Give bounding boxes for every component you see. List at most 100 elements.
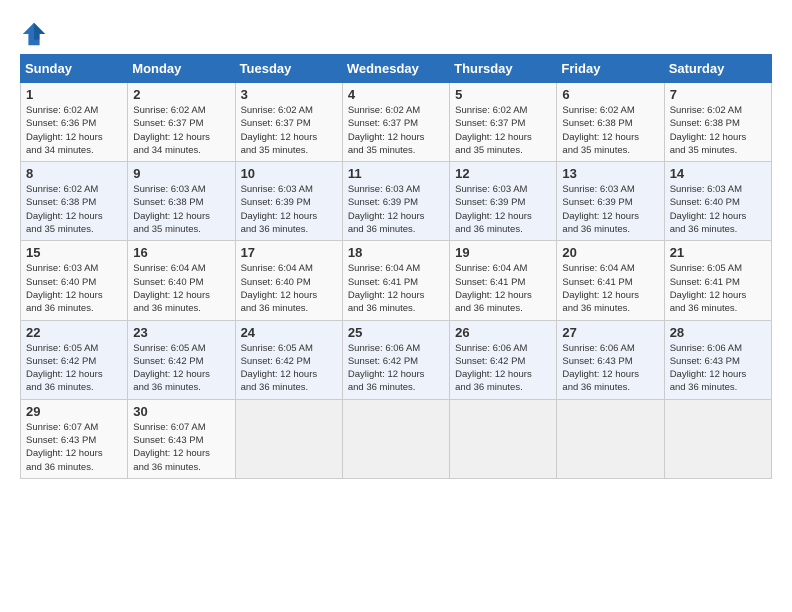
calendar-week-2: 8 Sunrise: 6:02 AM Sunset: 6:38 PM Daylig… [21,162,772,241]
calendar-cell: 4 Sunrise: 6:02 AM Sunset: 6:37 PM Daylig… [342,83,449,162]
day-info: Sunrise: 6:03 AM Sunset: 6:39 PM Dayligh… [241,183,337,236]
day-number: 29 [26,404,122,419]
day-number: 5 [455,87,551,102]
calendar-cell: 16Sunrise: 6:04 AM Sunset: 6:40 PM Dayli… [128,241,235,320]
logo [20,20,52,48]
calendar-cell: 14Sunrise: 6:03 AM Sunset: 6:40 PM Dayli… [664,162,771,241]
calendar-cell: 8 Sunrise: 6:02 AM Sunset: 6:38 PM Daylig… [21,162,128,241]
day-number: 24 [241,325,337,340]
calendar-cell: 27 Sunrise: 6:06 AM Sunset: 6:43 PM Dayli… [557,320,664,399]
calendar-cell [450,399,557,478]
day-header-tuesday: Tuesday [235,55,342,83]
day-number: 10 [241,166,337,181]
day-info: Sunrise: 6:07 AM Sunset: 6:43 PM Dayligh… [26,421,122,474]
day-number: 3 [241,87,337,102]
day-number: 13 [562,166,658,181]
day-number: 7 [670,87,766,102]
calendar-cell: 3 Sunrise: 6:02 AM Sunset: 6:37 PM Daylig… [235,83,342,162]
day-header-sunday: Sunday [21,55,128,83]
day-info: Sunrise: 6:06 AM Sunset: 6:42 PM Dayligh… [348,342,444,395]
calendar-header-row: SundayMondayTuesdayWednesdayThursdayFrid… [21,55,772,83]
day-info: Sunrise: 6:02 AM Sunset: 6:37 PM Dayligh… [133,104,229,157]
day-info: Sunrise: 6:03 AM Sunset: 6:40 PM Dayligh… [26,262,122,315]
day-number: 15 [26,245,122,260]
day-info: Sunrise: 6:05 AM Sunset: 6:42 PM Dayligh… [133,342,229,395]
logo-icon [20,20,48,48]
day-number: 6 [562,87,658,102]
day-info: Sunrise: 6:02 AM Sunset: 6:37 PM Dayligh… [348,104,444,157]
calendar-cell: 19 Sunrise: 6:04 AM Sunset: 6:41 PM Dayli… [450,241,557,320]
calendar-cell: 6 Sunrise: 6:02 AM Sunset: 6:38 PM Daylig… [557,83,664,162]
day-number: 25 [348,325,444,340]
calendar-cell [557,399,664,478]
day-number: 20 [562,245,658,260]
calendar-cell: 2 Sunrise: 6:02 AM Sunset: 6:37 PM Daylig… [128,83,235,162]
day-number: 8 [26,166,122,181]
day-info: Sunrise: 6:06 AM Sunset: 6:42 PM Dayligh… [455,342,551,395]
day-info: Sunrise: 6:03 AM Sunset: 6:39 PM Dayligh… [562,183,658,236]
day-info: Sunrise: 6:04 AM Sunset: 6:41 PM Dayligh… [562,262,658,315]
calendar-cell: 9 Sunrise: 6:03 AM Sunset: 6:38 PM Daylig… [128,162,235,241]
calendar-cell [664,399,771,478]
calendar-cell: 13 Sunrise: 6:03 AM Sunset: 6:39 PM Dayli… [557,162,664,241]
day-header-thursday: Thursday [450,55,557,83]
day-number: 2 [133,87,229,102]
day-header-friday: Friday [557,55,664,83]
day-number: 28 [670,325,766,340]
day-header-saturday: Saturday [664,55,771,83]
day-info: Sunrise: 6:02 AM Sunset: 6:38 PM Dayligh… [670,104,766,157]
day-number: 23 [133,325,229,340]
calendar-cell: 18 Sunrise: 6:04 AM Sunset: 6:41 PM Dayli… [342,241,449,320]
header [20,20,772,48]
day-number: 4 [348,87,444,102]
day-info: Sunrise: 6:03 AM Sunset: 6:38 PM Dayligh… [133,183,229,236]
day-number: 12 [455,166,551,181]
calendar-cell: 24 Sunrise: 6:05 AM Sunset: 6:42 PM Dayli… [235,320,342,399]
day-info: Sunrise: 6:02 AM Sunset: 6:36 PM Dayligh… [26,104,122,157]
calendar-cell: 23 Sunrise: 6:05 AM Sunset: 6:42 PM Dayli… [128,320,235,399]
calendar-week-5: 29 Sunrise: 6:07 AM Sunset: 6:43 PM Dayli… [21,399,772,478]
calendar-cell: 22Sunrise: 6:05 AM Sunset: 6:42 PM Dayli… [21,320,128,399]
day-info: Sunrise: 6:04 AM Sunset: 6:41 PM Dayligh… [455,262,551,315]
day-number: 26 [455,325,551,340]
day-info: Sunrise: 6:02 AM Sunset: 6:37 PM Dayligh… [455,104,551,157]
calendar-cell: 12 Sunrise: 6:03 AM Sunset: 6:39 PM Dayli… [450,162,557,241]
calendar-cell: 1 Sunrise: 6:02 AM Sunset: 6:36 PM Daylig… [21,83,128,162]
day-info: Sunrise: 6:03 AM Sunset: 6:39 PM Dayligh… [348,183,444,236]
day-info: Sunrise: 6:04 AM Sunset: 6:40 PM Dayligh… [133,262,229,315]
calendar-cell: 15 Sunrise: 6:03 AM Sunset: 6:40 PM Dayli… [21,241,128,320]
calendar-week-3: 15 Sunrise: 6:03 AM Sunset: 6:40 PM Dayli… [21,241,772,320]
calendar-cell: 21Sunrise: 6:05 AM Sunset: 6:41 PM Dayli… [664,241,771,320]
day-number: 30 [133,404,229,419]
day-info: Sunrise: 6:06 AM Sunset: 6:43 PM Dayligh… [562,342,658,395]
day-info: Sunrise: 6:02 AM Sunset: 6:37 PM Dayligh… [241,104,337,157]
day-info: Sunrise: 6:02 AM Sunset: 6:38 PM Dayligh… [562,104,658,157]
calendar-cell: 11Sunrise: 6:03 AM Sunset: 6:39 PM Dayli… [342,162,449,241]
day-number: 17 [241,245,337,260]
day-info: Sunrise: 6:07 AM Sunset: 6:43 PM Dayligh… [133,421,229,474]
calendar-cell: 26 Sunrise: 6:06 AM Sunset: 6:42 PM Dayli… [450,320,557,399]
day-number: 22 [26,325,122,340]
day-info: Sunrise: 6:04 AM Sunset: 6:41 PM Dayligh… [348,262,444,315]
calendar-table: SundayMondayTuesdayWednesdayThursdayFrid… [20,54,772,479]
day-number: 21 [670,245,766,260]
calendar-cell: 28Sunrise: 6:06 AM Sunset: 6:43 PM Dayli… [664,320,771,399]
calendar-week-4: 22 Sunrise: 6:05 AM Sunset: 6:42 PM Dayli… [21,320,772,399]
calendar-cell: 20 Sunrise: 6:04 AM Sunset: 6:41 PM Dayli… [557,241,664,320]
calendar-cell: 25 Sunrise: 6:06 AM Sunset: 6:42 PM Dayli… [342,320,449,399]
day-number: 19 [455,245,551,260]
day-number: 9 [133,166,229,181]
calendar-cell: 10 Sunrise: 6:03 AM Sunset: 6:39 PM Dayli… [235,162,342,241]
day-number: 27 [562,325,658,340]
calendar-week-1: 1 Sunrise: 6:02 AM Sunset: 6:36 PM Daylig… [21,83,772,162]
day-number: 18 [348,245,444,260]
day-info: Sunrise: 6:05 AM Sunset: 6:42 PM Dayligh… [241,342,337,395]
day-number: 1 [26,87,122,102]
calendar-body: 1 Sunrise: 6:02 AM Sunset: 6:36 PM Daylig… [21,83,772,479]
day-info: Sunrise: 6:03 AM Sunset: 6:39 PM Dayligh… [455,183,551,236]
calendar-cell: 5 Sunrise: 6:02 AM Sunset: 6:37 PM Daylig… [450,83,557,162]
day-info: Sunrise: 6:04 AM Sunset: 6:40 PM Dayligh… [241,262,337,315]
day-number: 14 [670,166,766,181]
day-info: Sunrise: 6:02 AM Sunset: 6:38 PM Dayligh… [26,183,122,236]
calendar-cell: 17 Sunrise: 6:04 AM Sunset: 6:40 PM Dayli… [235,241,342,320]
